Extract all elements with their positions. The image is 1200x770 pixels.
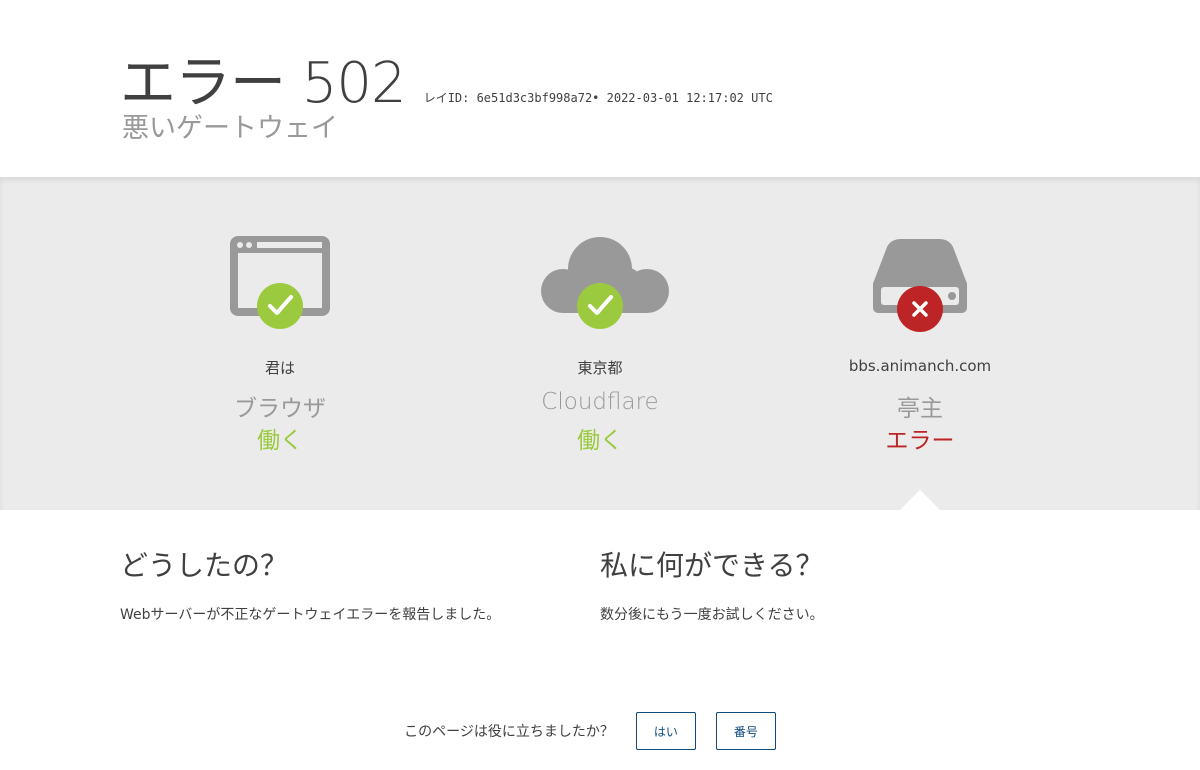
node-name: 亭主 [897,396,943,422]
browser-icon [230,236,330,329]
what-happened-body: Webサーバーが不正なゲートウェイエラーを報告しました。 [120,607,501,623]
node-name: Cloudflare [541,389,659,415]
feedback-bar: このページは役に立ちましたか？ はい 番号 [0,712,1200,750]
what-can-i-do-body: 数分後にもう一度お試しください。 [600,607,824,623]
cloud-icon [541,237,669,329]
node-name: ブラウザ [234,396,326,422]
node-location: 東京都 [577,359,623,377]
node-location: 君は [264,359,295,377]
what-can-i-do-heading: 私に何ができる？ [600,549,824,582]
what-can-i-do-section: 私に何ができる？ 数分後にもう一度お試しください。 [600,544,1040,624]
node-status: 働く [577,428,623,454]
ok-check-icon [577,283,623,329]
status-band: 君は ブラウザ 働く 東京都 Cloudflare 働く bbs.animanc… [0,177,1200,510]
ok-check-icon [257,283,303,329]
feedback-yes-button[interactable]: はい [635,712,696,750]
feedback-question: このページは役に立ちましたか？ [404,724,614,740]
error-subtitle: 悪いゲートウェイ [122,113,338,144]
error-x-icon [897,286,943,332]
node-location: bbs.animanch.com [848,357,992,375]
what-happened-heading: どうしたの？ [120,549,289,582]
server-icon [873,239,967,332]
feedback-no-button[interactable]: 番号 [715,712,776,750]
ray-id-info: レイID: 6e51d3c3bf998a72• 2022-03-01 12:17… [423,91,773,105]
page-header: エラー 502 レイID: 6e51d3c3bf998a72• 2022-03-… [0,0,1200,177]
node-status: エラー [885,428,955,454]
what-happened-section: どうしたの？ Webサーバーが不正なゲートウェイエラーを報告しました。 [120,544,560,624]
node-status: 働く [257,428,303,454]
error-pointer [900,490,940,510]
